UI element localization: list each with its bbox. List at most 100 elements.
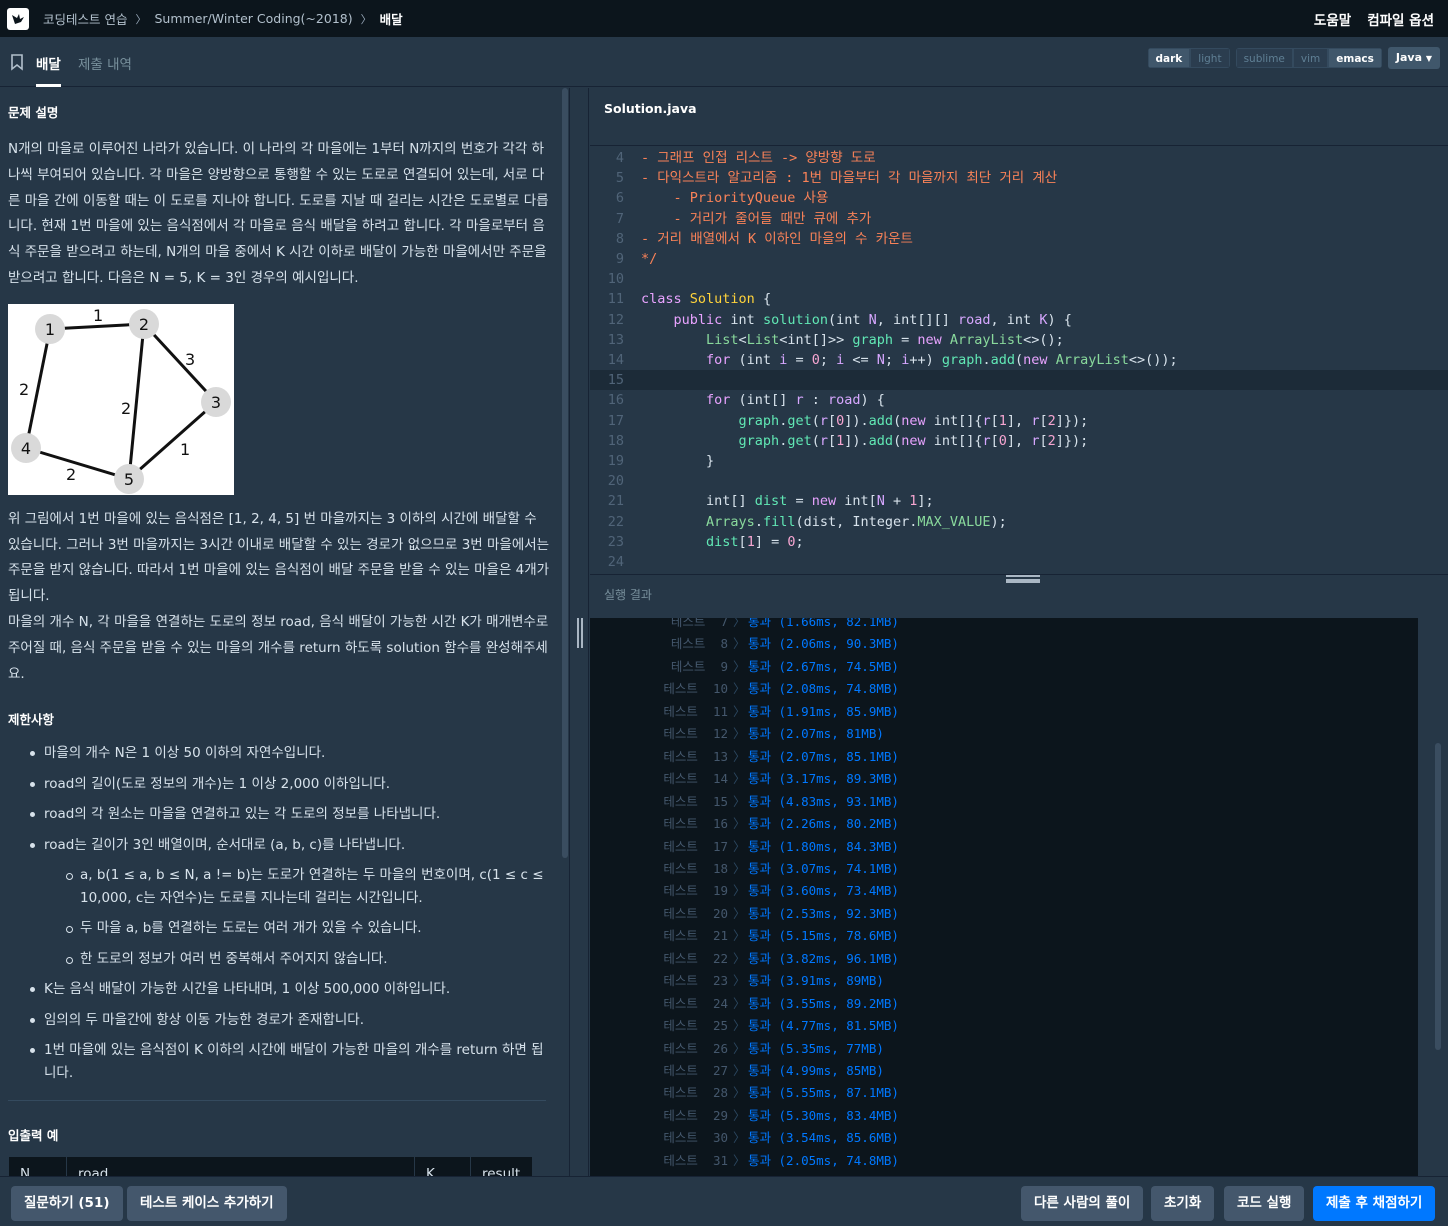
language-select[interactable]: Java ▼ bbox=[1387, 47, 1440, 69]
theme-light-button[interactable]: light bbox=[1190, 48, 1230, 68]
code-line[interactable]: 16 for (int[] r : road) { bbox=[590, 390, 1448, 410]
code-text: } bbox=[641, 453, 715, 469]
code-line[interactable]: 15 bbox=[590, 370, 1448, 391]
top-bar: 코딩테스트 연습 〉 Summer/Winter Coding(~2018) 〉… bbox=[0, 0, 1448, 37]
theme-toggle: dark light bbox=[1147, 48, 1230, 68]
run-code-button[interactable]: 코드 실행 bbox=[1224, 1186, 1305, 1221]
chevron-right-icon: 〉 bbox=[733, 618, 746, 629]
chevron-right-icon: 〉 bbox=[733, 1040, 746, 1056]
drag-handle-icon[interactable] bbox=[1006, 575, 1040, 583]
tab-problem[interactable]: 배달 bbox=[36, 53, 61, 87]
graph-node: 4 bbox=[21, 439, 31, 458]
code-line[interactable]: 10 bbox=[590, 269, 1448, 289]
test-label: 테스트 22 bbox=[663, 950, 728, 966]
chevron-right-icon: 〉 bbox=[733, 995, 746, 1011]
help-link[interactable]: 도움말 bbox=[1314, 9, 1351, 29]
code-text: public int solution(int N, int[][] road,… bbox=[673, 311, 1072, 328]
code-line[interactable]: 22 Arrays.fill(dist, Integer.MAX_VALUE); bbox=[590, 512, 1448, 532]
edge-weight: 2 bbox=[66, 465, 76, 484]
chevron-right-icon: 〉 bbox=[733, 636, 746, 652]
test-label: 테스트 18 bbox=[663, 860, 728, 876]
edge-weight: 3 bbox=[185, 350, 195, 369]
code-line[interactable]: 5 - 다익스트라 알고리즘 : 1번 마을부터 각 마을까지 최단 거리 계산 bbox=[590, 168, 1448, 188]
test-result-row: 테스트 25 〉 통과 (4.77ms, 81.5MB) bbox=[590, 1015, 1418, 1038]
chevron-right-icon: 〉 bbox=[733, 838, 746, 854]
chevron-right-icon: 〉 bbox=[733, 816, 746, 832]
resize-grip-icon[interactable] bbox=[577, 618, 583, 648]
graph-node: 5 bbox=[124, 470, 134, 489]
code-line[interactable]: 24 bbox=[590, 552, 1448, 572]
test-label: 테스트 21 bbox=[663, 928, 728, 944]
constraints-heading: 제한사항 bbox=[8, 712, 55, 728]
constraint-text: road는 길이가 3인 배열이며, 순서대로 (a, b, c)를 나타냅니다… bbox=[44, 836, 406, 853]
code-line[interactable]: 19 } bbox=[590, 451, 1448, 471]
code-line[interactable]: 12 public int solution(int N, int[][] ro… bbox=[590, 310, 1448, 330]
problem-task: 마을의 개수 N, 각 마을을 연결하는 도로의 정보 road, 음식 배달이… bbox=[8, 613, 549, 682]
code-area[interactable]: 4 - 그래프 인접 리스트 -> 양방향 도로 5 - 다익스트라 알고리즘 : 1… bbox=[590, 145, 1448, 574]
code-text: graph.get(r[0]).add(new int[]{r[1], r[2]… bbox=[738, 412, 1089, 429]
line-number: 21 bbox=[607, 493, 624, 510]
description-scrollbar[interactable] bbox=[562, 88, 568, 858]
bookmark-icon[interactable] bbox=[10, 54, 24, 71]
test-result-row: 테스트 10 〉 통과 (2.08ms, 74.8MB) bbox=[590, 678, 1418, 701]
chevron-right-icon: 〉 bbox=[733, 883, 746, 899]
test-result: 통과 (4.99ms, 85MB) bbox=[748, 1063, 884, 1078]
test-result-row: 테스트 9 〉 통과 (2.67ms, 74.5MB) bbox=[590, 656, 1418, 679]
code-line[interactable]: 23 dist[1] = 0; bbox=[590, 532, 1448, 552]
test-result-row: 테스트 21 〉 통과 (5.15ms, 78.6MB) bbox=[590, 925, 1418, 948]
code-line[interactable]: 17 graph.get(r[0]).add(new int[]{r[1], r… bbox=[590, 411, 1448, 431]
test-result-row: 테스트 29 〉 통과 (5.30ms, 83.4MB) bbox=[590, 1105, 1418, 1128]
chevron-right-icon: 〉 bbox=[733, 771, 746, 787]
test-result: 통과 (3.07ms, 74.1MB) bbox=[748, 860, 899, 876]
example-graph-image: 1 3 2 2 1 2 1 2 3 4 5 bbox=[8, 303, 234, 495]
code-line[interactable]: 13 List<List<int[]>> graph = new ArrayLi… bbox=[590, 330, 1448, 350]
keymap-toggle: sublime vim emacs bbox=[1235, 48, 1382, 68]
add-test-case-button[interactable]: 테스트 케이스 추가하기 bbox=[127, 1186, 287, 1221]
code-line[interactable]: 9 */ bbox=[590, 249, 1448, 269]
submit-button[interactable]: 제출 후 채점하기 bbox=[1313, 1186, 1436, 1221]
programmers-logo-icon[interactable] bbox=[7, 7, 29, 30]
line-number: 10 bbox=[607, 271, 624, 288]
chevron-right-icon: 〉 bbox=[733, 860, 746, 876]
keymap-vim-button[interactable]: vim bbox=[1292, 48, 1329, 68]
others-solutions-button[interactable]: 다른 사람의 풀이 bbox=[1021, 1186, 1144, 1221]
code-line[interactable]: 20 bbox=[590, 471, 1448, 491]
code-line[interactable]: 11 class Solution { bbox=[590, 289, 1448, 309]
results-scrollbar-track bbox=[1418, 618, 1448, 1176]
tab-submissions[interactable]: 제출 내역 bbox=[78, 53, 132, 73]
keymap-emacs-button[interactable]: emacs bbox=[1328, 48, 1382, 68]
breadcrumb-item-category[interactable]: Summer/Winter Coding(~2018) bbox=[154, 11, 352, 26]
code-line[interactable]: 8 - 거리 배열에서 K 이하인 마을의 수 카운트 bbox=[590, 229, 1448, 249]
line-number: 22 bbox=[607, 513, 624, 530]
breadcrumb-item-practice[interactable]: 코딩테스트 연습 bbox=[43, 9, 127, 28]
test-result-row: 테스트 23 〉 통과 (3.91ms, 89MB) bbox=[590, 970, 1418, 993]
chevron-right-icon: 〉 bbox=[733, 905, 746, 921]
compile-options-link[interactable]: 컴파일 옵션 bbox=[1367, 9, 1434, 29]
problem-intro: N개의 마을로 이루어진 나라가 있습니다. 이 나라의 각 마을에는 1부터 … bbox=[8, 141, 549, 286]
code-line[interactable]: 4 - 그래프 인접 리스트 -> 양방향 도로 bbox=[590, 148, 1448, 168]
code-line[interactable]: 18 graph.get(r[1]).add(new int[]{r[0], r… bbox=[590, 431, 1448, 451]
constraint-item: road는 길이가 3인 배열이며, 순서대로 (a, b, c)를 나타냅니다… bbox=[8, 834, 552, 971]
chevron-right-icon: 〉 bbox=[733, 1063, 746, 1078]
test-result-row: 테스트 26 〉 통과 (5.35ms, 77MB) bbox=[590, 1038, 1418, 1061]
reset-button[interactable]: 초기화 bbox=[1151, 1186, 1215, 1221]
problem-description: 문제 설명 N개의 마을로 이루어진 나라가 있습니다. 이 나라의 각 마을에… bbox=[0, 88, 560, 1176]
test-result: 통과 (2.26ms, 80.2MB) bbox=[748, 816, 899, 832]
code-line[interactable]: 6 - PriorityQueue 사용 bbox=[590, 188, 1448, 208]
results-scrollbar[interactable] bbox=[1435, 743, 1441, 1050]
line-number: 17 bbox=[607, 412, 624, 429]
sub-constraint-item: a, b(1 ≤ a, b ≤ N, a != b)는 도로가 연결하는 두 마… bbox=[44, 864, 552, 909]
theme-dark-button[interactable]: dark bbox=[1147, 48, 1191, 68]
line-number: 16 bbox=[607, 392, 624, 409]
file-tab[interactable]: Solution.java bbox=[604, 101, 697, 116]
ask-question-button[interactable]: 질문하기 (51) bbox=[11, 1186, 123, 1221]
caret-down-icon: ▼ bbox=[1425, 54, 1432, 63]
code-line[interactable]: 21 int[] dist = new int[N + 1]; bbox=[590, 491, 1448, 511]
editor-options: dark light sublime vim emacs Java ▼ bbox=[1147, 47, 1440, 69]
test-result-row: 테스트 8 〉 통과 (2.06ms, 90.3MB) bbox=[590, 633, 1418, 656]
test-result-row: 테스트 7 〉 통과 (1.66ms, 82.1MB) bbox=[590, 618, 1418, 634]
code-line[interactable]: 14 for (int i = 0; i <= N; i++) graph.ad… bbox=[590, 350, 1448, 370]
keymap-sublime-button[interactable]: sublime bbox=[1235, 48, 1293, 68]
panel-resizer[interactable] bbox=[569, 88, 589, 1176]
code-line[interactable]: 7 - 거리가 줄어들 때만 큐에 추가 bbox=[590, 209, 1448, 229]
